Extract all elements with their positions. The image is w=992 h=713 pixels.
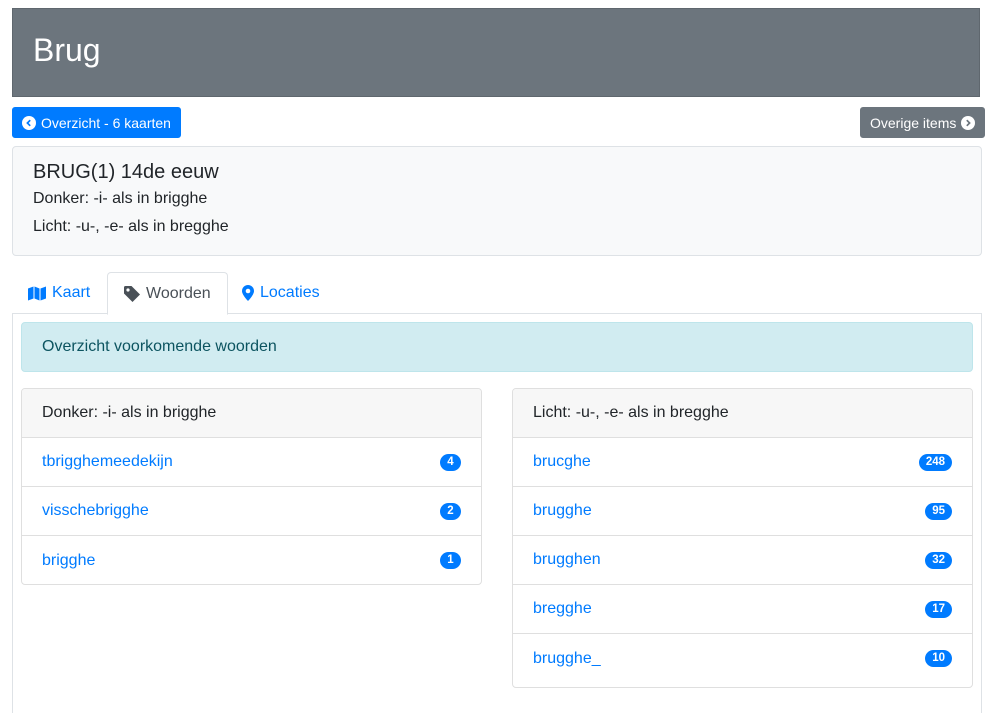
dark-words-list: Donker: -i- als in brigghe tbrigghemeede… <box>21 388 482 585</box>
page-title: Brug <box>33 32 101 68</box>
word-link-brigghe[interactable]: brigghe <box>42 552 95 570</box>
other-items-button-label: Overige items <box>870 114 957 131</box>
list-item: tbrigghemeedekijn 4 <box>22 438 481 487</box>
item-title: BRUG(1) 14de eeuw <box>33 161 219 183</box>
tab-locaties[interactable]: Locaties <box>226 272 336 314</box>
list-item: brugghen 32 <box>513 536 972 585</box>
count-badge: 4 <box>440 453 461 471</box>
list-item: brugghe 95 <box>513 487 972 536</box>
list-item: brucghe 248 <box>513 438 972 487</box>
words-overview-alert: Overzicht voorkomende woorden <box>21 322 973 372</box>
chevron-right-circle-icon <box>961 115 976 130</box>
count-badge: 95 <box>925 502 952 520</box>
map-icon <box>28 286 46 300</box>
list-item: visschebrigghe 2 <box>22 487 481 536</box>
word-link-brucghe[interactable]: brucghe <box>533 453 591 471</box>
count-badge: 1 <box>440 552 461 569</box>
word-link-bregghe[interactable]: bregghe <box>533 600 592 618</box>
count-badge: 2 <box>440 502 461 520</box>
word-link-brugghen[interactable]: brugghen <box>533 551 601 569</box>
tab-kaart[interactable]: Kaart <box>12 272 106 314</box>
item-info-card: BRUG(1) 14de eeuw Donker: -i- als in bri… <box>12 146 982 256</box>
list-item: brugghe_ 10 <box>513 634 972 683</box>
overview-button-label: Overzicht - 6 kaarten <box>41 114 171 131</box>
dark-words-header: Donker: -i- als in brigghe <box>22 389 481 438</box>
dark-description: Donker: -i- als in brigghe <box>33 190 208 207</box>
light-words-header: Licht: -u-, -e- als in bregghe <box>513 389 972 438</box>
word-link-brugghe-underscore[interactable]: brugghe_ <box>533 650 601 668</box>
tab-woorden-label: Woorden <box>146 284 211 302</box>
overview-button[interactable]: Overzicht - 6 kaarten <box>12 107 181 138</box>
map-marker-icon <box>242 285 254 301</box>
tab-woorden[interactable]: Woorden <box>107 272 228 315</box>
count-badge: 10 <box>925 650 952 667</box>
count-badge: 17 <box>925 600 952 618</box>
tab-bar: Kaart Woorden Locaties <box>12 272 982 315</box>
list-item: bregghe 17 <box>513 585 972 634</box>
count-badge: 248 <box>918 453 952 471</box>
word-link-tbrigghemeedekijn[interactable]: tbrigghemeedekijn <box>42 453 173 471</box>
word-link-visschebrigghe[interactable]: visschebrigghe <box>42 502 149 520</box>
tab-locaties-label: Locaties <box>260 284 320 301</box>
alert-text: Overzicht voorkomende woorden <box>42 338 277 355</box>
word-link-brugghe[interactable]: brugghe <box>533 502 592 520</box>
light-words-list: Licht: -u-, -e- als in bregghe brucghe 2… <box>512 388 973 688</box>
list-item: brigghe 1 <box>22 536 481 584</box>
other-items-button[interactable]: Overige items <box>860 107 986 138</box>
tag-icon <box>124 285 140 302</box>
chevron-left-circle-icon <box>22 115 36 130</box>
page-header: Brug <box>12 8 980 97</box>
light-description: Licht: -u-, -e- als in bregghe <box>33 218 229 235</box>
tab-kaart-label: Kaart <box>52 284 91 301</box>
count-badge: 32 <box>925 551 952 569</box>
